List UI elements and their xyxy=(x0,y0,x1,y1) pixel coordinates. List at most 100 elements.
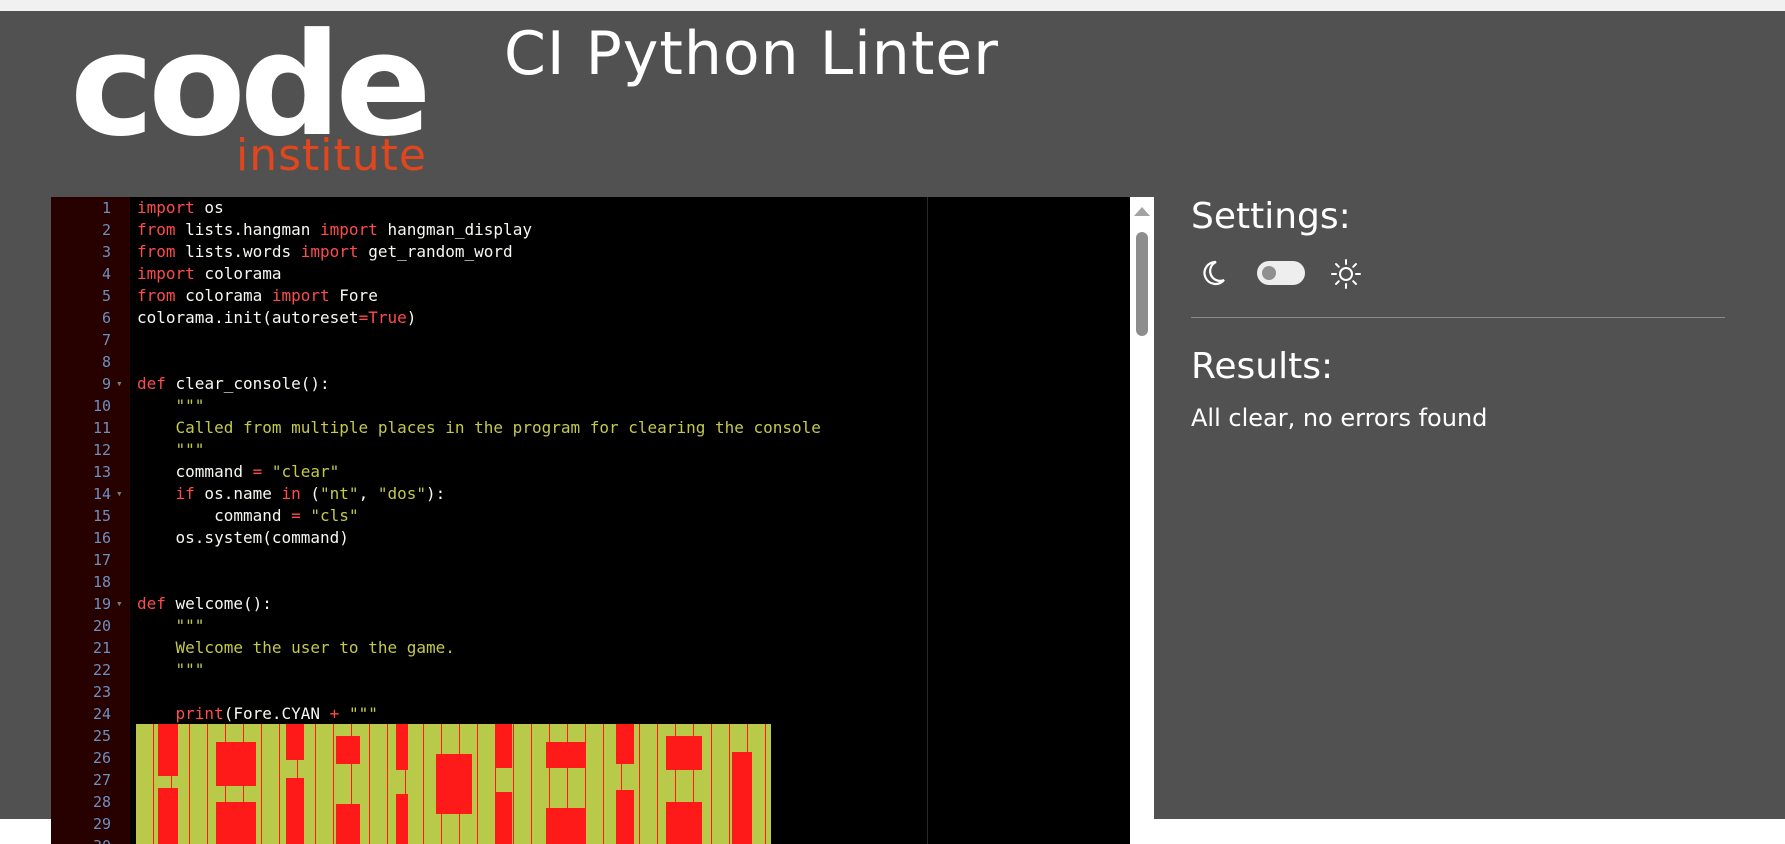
banner-column xyxy=(514,724,531,844)
page-title: CI Python Linter xyxy=(504,19,999,89)
banner-column xyxy=(370,724,387,844)
fold-arrow-icon[interactable]: ▾ xyxy=(116,593,123,615)
code-text[interactable]: command = "cls" xyxy=(137,505,359,527)
code-line[interactable]: 12 """ xyxy=(51,439,1130,461)
banner-gap xyxy=(336,736,360,764)
line-number: 3 xyxy=(101,243,111,261)
banner-column xyxy=(640,724,657,844)
banner-gap xyxy=(666,736,702,770)
line-number: 16 xyxy=(92,529,111,547)
theme-toggle[interactable] xyxy=(1257,261,1305,285)
code-line[interactable]: 17 xyxy=(51,549,1130,571)
code-text[interactable]: command = "clear" xyxy=(137,461,340,483)
code-line[interactable]: 13 command = "clear" xyxy=(51,461,1130,483)
code-text[interactable]: Called from multiple places in the progr… xyxy=(137,417,821,439)
editor-scrollbar[interactable] xyxy=(1130,197,1154,844)
banner-gap xyxy=(158,788,178,844)
line-number: 14 xyxy=(92,485,111,503)
code-line[interactable]: 9 ▾ def clear_console(): xyxy=(51,373,1130,395)
code-text[interactable]: from colorama import Fore xyxy=(137,285,378,307)
code-text[interactable]: from lists.words import get_random_word xyxy=(137,241,513,263)
banner-column xyxy=(586,724,603,844)
line-number: 21 xyxy=(92,639,111,657)
line-number: 4 xyxy=(101,265,111,283)
settings-divider xyxy=(1191,317,1725,318)
code-line[interactable]: 24 print(Fore.CYAN + """ xyxy=(51,703,1130,725)
banner-gap xyxy=(546,742,586,768)
banner-column xyxy=(712,724,729,844)
moon-icon xyxy=(1203,260,1225,286)
line-number: 27 xyxy=(92,771,111,789)
code-line[interactable]: 19 ▾ def welcome(): xyxy=(51,593,1130,615)
logo-subtitle: institute xyxy=(236,130,427,181)
banner-column xyxy=(478,724,495,844)
code-line[interactable]: 14 ▾ if os.name in ("nt", "dos"): xyxy=(51,483,1130,505)
banner-gap xyxy=(286,724,304,760)
code-line[interactable]: 21 Welcome the user to the game. xyxy=(51,637,1130,659)
code-institute-logo: code institute xyxy=(70,11,432,181)
line-number: 11 xyxy=(92,419,111,437)
code-line[interactable]: 11 Called from multiple places in the pr… xyxy=(51,417,1130,439)
code-text[interactable]: def clear_console(): xyxy=(137,373,330,395)
ascii-hangman-banner xyxy=(136,724,771,844)
code-text[interactable]: if os.name in ("nt", "dos"): xyxy=(137,483,446,505)
code-line[interactable]: 22 """ xyxy=(51,659,1130,681)
code-line[interactable]: 3 from lists.words import get_random_word xyxy=(51,241,1130,263)
code-text[interactable]: print(Fore.CYAN + """ xyxy=(137,703,378,725)
results-message: All clear, no errors found xyxy=(1191,404,1488,432)
banner-column xyxy=(262,724,279,844)
line-number: 8 xyxy=(101,353,111,371)
code-line[interactable]: 10 """ xyxy=(51,395,1130,417)
line-number: 12 xyxy=(92,441,111,459)
code-text[interactable]: """ xyxy=(137,615,205,637)
code-text[interactable]: import colorama xyxy=(137,263,282,285)
line-number: 5 xyxy=(101,287,111,305)
banner-column xyxy=(406,724,423,844)
code-text[interactable]: """ xyxy=(137,395,205,417)
line-number: 24 xyxy=(92,705,111,723)
line-number: 26 xyxy=(92,749,111,767)
code-line[interactable]: 6 colorama.init(autoreset=True) xyxy=(51,307,1130,329)
code-text[interactable]: """ xyxy=(137,659,205,681)
line-number: 20 xyxy=(92,617,111,635)
code-line[interactable]: 7 xyxy=(51,329,1130,351)
line-number: 17 xyxy=(92,551,111,569)
line-number: 15 xyxy=(92,507,111,525)
results-title: Results: xyxy=(1191,346,1334,387)
banner-gap xyxy=(732,752,752,844)
code-line[interactable]: 20 """ xyxy=(51,615,1130,637)
banner-gap xyxy=(336,804,360,844)
code-line[interactable]: 2 from lists.hangman import hangman_displ… xyxy=(51,219,1130,241)
banner-gap xyxy=(616,724,634,764)
code-text[interactable]: import os xyxy=(137,197,224,219)
code-line[interactable]: 4 import colorama xyxy=(51,263,1130,285)
settings-title: Settings: xyxy=(1191,196,1351,237)
code-line[interactable]: 1 import os xyxy=(51,197,1130,219)
banner-gap xyxy=(396,794,408,844)
fold-arrow-icon[interactable]: ▾ xyxy=(116,483,123,505)
code-line[interactable]: 15 command = "cls" xyxy=(51,505,1130,527)
code-text[interactable]: os.system(command) xyxy=(137,527,349,549)
line-number: 18 xyxy=(92,573,111,591)
code-line[interactable]: 23 xyxy=(51,681,1130,703)
code-line[interactable]: 5 from colorama import Fore xyxy=(51,285,1130,307)
line-number: 22 xyxy=(92,661,111,679)
banner-gap xyxy=(158,724,178,776)
fold-arrow-icon[interactable]: ▾ xyxy=(116,373,123,395)
banner-gap xyxy=(666,802,702,844)
code-text[interactable]: colorama.init(autoreset=True) xyxy=(137,307,416,329)
code-line[interactable]: 8 xyxy=(51,351,1130,373)
theme-toggle-knob xyxy=(1262,266,1276,280)
scroll-up-arrow-icon[interactable] xyxy=(1134,207,1150,216)
code-line[interactable]: 16 os.system(command) xyxy=(51,527,1130,549)
banner-column xyxy=(316,724,333,844)
code-line[interactable]: 18 xyxy=(51,571,1130,593)
line-number: 2 xyxy=(101,221,111,239)
code-text[interactable]: from lists.hangman import hangman_displa… xyxy=(137,219,532,241)
banner-gap xyxy=(496,792,512,844)
code-text[interactable]: Welcome the user to the game. xyxy=(137,637,455,659)
banner-column xyxy=(766,724,771,844)
scroll-thumb[interactable] xyxy=(1136,232,1148,336)
code-text[interactable]: """ xyxy=(137,439,205,461)
code-text[interactable]: def welcome(): xyxy=(137,593,272,615)
